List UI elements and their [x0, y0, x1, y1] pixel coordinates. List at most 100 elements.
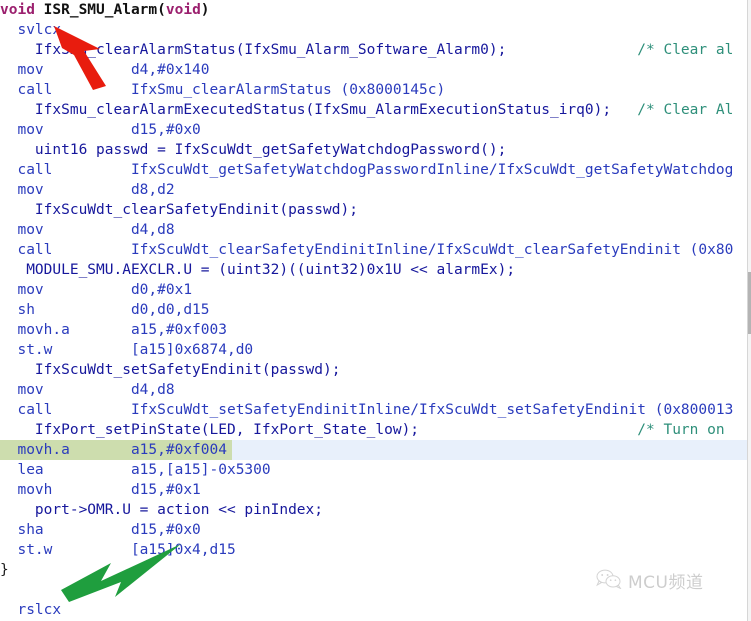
assembly-text: st.w [a15]0x4,d15 — [0, 542, 236, 558]
code-line-text: svlcx — [0, 20, 61, 40]
assembly-text: movh.a a15,#0xf003 — [0, 322, 227, 338]
assembly-text: mov d0,#0x1 — [0, 282, 193, 298]
signature-paren-close: ) — [200, 2, 210, 18]
code-line[interactable]: IfxScuWdt_setSafetyEndinit(passwd); — [0, 360, 747, 380]
code-line[interactable]: IfxPort_setPinState(LED, IfxPort_State_l… — [0, 420, 747, 440]
keyword-void-param: void — [165, 2, 201, 18]
assembly-text: call IfxScuWdt_clearSafetyEndinitInline/… — [0, 242, 734, 258]
source-text: uint16 passwd = IfxScuWdt_getSafetyWatch… — [0, 142, 507, 158]
code-line-text: mov d15,#0x0 — [0, 120, 201, 140]
code-line[interactable]: svlcx — [0, 20, 747, 40]
closing-brace: } — [0, 562, 9, 578]
source-text: IfxScuWdt_setSafetyEndinit(passwd); — [0, 362, 341, 378]
assembly-text: mov d4,d8 — [0, 222, 175, 238]
code-line-text: mov d0,#0x1 — [0, 280, 192, 300]
comment-gap — [611, 102, 637, 118]
code-line[interactable]: sha d15,#0x0 — [0, 520, 747, 540]
code-line-text: movh.a a15,#0xf003 — [0, 320, 227, 340]
code-line[interactable]: rslcx — [0, 600, 747, 620]
assembly-text: mov d8,d2 — [0, 182, 175, 198]
code-line-text: IfxSmu_clearAlarmStatus(IfxSmu_Alarm_Sof… — [0, 40, 733, 60]
assembly-text: call IfxScuWdt_setSafetyEndinitInline/If… — [0, 402, 734, 418]
code-line[interactable]: mov d4,d8 — [0, 380, 747, 400]
code-line-text: movh.a a15,#0xf004 — [0, 440, 227, 460]
code-line-text: MODULE_SMU.AEXCLR.U = (uint32)((uint32)0… — [0, 260, 515, 280]
source-text: IfxSmu_clearAlarmStatus(IfxSmu_Alarm_Sof… — [0, 42, 507, 58]
code-line[interactable]: void ISR_SMU_Alarm(void) — [0, 0, 747, 20]
code-line-text: st.w [a15]0x6874,d0 — [0, 340, 253, 360]
code-line[interactable]: movh d15,#0x1 — [0, 480, 747, 500]
source-text: MODULE_SMU.AEXCLR.U = (uint32)((uint32)0… — [0, 262, 516, 278]
code-line[interactable]: uint16 passwd = IfxScuWdt_getSafetyWatch… — [0, 140, 747, 160]
assembly-text: call IfxSmu_clearAlarmStatus (0x8000145c… — [0, 82, 446, 98]
code-line[interactable]: mov d4,#0x140 — [0, 60, 747, 80]
inline-comment: /* Turn on — [637, 422, 725, 438]
wechat-icon — [596, 569, 622, 593]
comment-gap — [419, 422, 637, 438]
current-instruction-line[interactable]: movh.a a15,#0xf004 — [0, 440, 747, 460]
code-line-text: call IfxSmu_clearAlarmStatus (0x8000145c… — [0, 80, 445, 100]
source-text: IfxPort_setPinState(LED, IfxPort_State_l… — [0, 422, 420, 438]
watermark: MCU频道 — [596, 568, 703, 593]
code-line-text: call IfxScuWdt_clearSafetyEndinitInline/… — [0, 240, 733, 260]
code-line[interactable]: IfxSmu_clearAlarmExecutedStatus(IfxSmu_A… — [0, 100, 747, 120]
code-listing[interactable]: void ISR_SMU_Alarm(void) svlcx IfxSmu_cl… — [0, 0, 747, 621]
code-line[interactable]: lea a15,[a15]-0x5300 — [0, 460, 747, 480]
assembly-text: sh d0,d0,d15 — [0, 302, 210, 318]
comment-gap — [506, 42, 637, 58]
code-line[interactable]: call IfxScuWdt_getSafetyWatchdogPassword… — [0, 160, 747, 180]
code-line-text: st.w [a15]0x4,d15 — [0, 540, 236, 560]
code-line[interactable]: st.w [a15]0x4,d15 — [0, 540, 747, 560]
code-line-text: IfxScuWdt_setSafetyEndinit(passwd); — [0, 360, 341, 380]
code-line[interactable]: IfxSmu_clearAlarmStatus(IfxSmu_Alarm_Sof… — [0, 40, 747, 60]
assembly-text: movh.a a15,#0xf004 — [0, 442, 227, 458]
assembly-text: mov d4,d8 — [0, 382, 175, 398]
assembly-text: rslcx — [0, 602, 62, 618]
assembly-text: call IfxScuWdt_getSafetyWatchdogPassword… — [0, 162, 734, 178]
code-line-text: mov d8,d2 — [0, 180, 175, 200]
code-line-text: mov d4,d8 — [0, 380, 175, 400]
code-line[interactable]: IfxScuWdt_clearSafetyEndinit(passwd); — [0, 200, 747, 220]
code-line[interactable]: mov d8,d2 — [0, 180, 747, 200]
assembly-text: mov d4,#0x140 — [0, 62, 210, 78]
code-line[interactable]: port->OMR.U = action << pinIndex; — [0, 500, 747, 520]
function-name: ISR_SMU_Alarm( — [34, 2, 166, 18]
code-line[interactable]: MODULE_SMU.AEXCLR.U = (uint32)((uint32)0… — [0, 260, 747, 280]
code-line-text: void ISR_SMU_Alarm(void) — [0, 0, 210, 20]
code-line[interactable]: call IfxSmu_clearAlarmStatus (0x8000145c… — [0, 80, 747, 100]
code-line-text: IfxScuWdt_clearSafetyEndinit(passwd); — [0, 200, 358, 220]
code-line-text: mov d4,d8 — [0, 220, 175, 240]
code-line[interactable]: mov d15,#0x0 — [0, 120, 747, 140]
code-line[interactable]: call IfxScuWdt_setSafetyEndinitInline/If… — [0, 400, 747, 420]
code-line[interactable]: call IfxScuWdt_clearSafetyEndinitInline/… — [0, 240, 747, 260]
source-text: IfxScuWdt_clearSafetyEndinit(passwd); — [0, 202, 358, 218]
keyword-void-return: void — [0, 2, 35, 18]
code-line[interactable]: mov d4,d8 — [0, 220, 747, 240]
code-line[interactable]: st.w [a15]0x6874,d0 — [0, 340, 747, 360]
source-text: port->OMR.U = action << pinIndex; — [0, 502, 324, 518]
assembly-text: sha d15,#0x0 — [0, 522, 201, 538]
code-line-text: mov d4,#0x140 — [0, 60, 210, 80]
code-line-text: rslcx — [0, 600, 61, 620]
code-line[interactable]: mov d0,#0x1 — [0, 280, 747, 300]
code-line-text: call IfxScuWdt_setSafetyEndinitInline/If… — [0, 400, 733, 420]
code-line[interactable]: movh.a a15,#0xf003 — [0, 320, 747, 340]
watermark-text: MCU频道 — [628, 573, 704, 593]
code-line-text: sha d15,#0x0 — [0, 520, 201, 540]
code-line-text: port->OMR.U = action << pinIndex; — [0, 500, 323, 520]
inline-comment: /* Clear Al — [637, 102, 734, 118]
code-line-text: } — [0, 560, 9, 580]
inline-comment: /* Clear al — [637, 42, 734, 58]
code-line-text: call IfxScuWdt_getSafetyWatchdogPassword… — [0, 160, 733, 180]
code-line-text: IfxSmu_clearAlarmExecutedStatus(IfxSmu_A… — [0, 100, 733, 120]
code-line-text: movh d15,#0x1 — [0, 480, 201, 500]
code-line-text: lea a15,[a15]-0x5300 — [0, 460, 270, 480]
assembly-text: movh d15,#0x1 — [0, 482, 201, 498]
source-text: IfxSmu_clearAlarmExecutedStatus(IfxSmu_A… — [0, 102, 612, 118]
assembly-text: st.w [a15]0x6874,d0 — [0, 342, 254, 358]
assembly-text: mov d15,#0x0 — [0, 122, 201, 138]
assembly-text: svlcx — [0, 22, 62, 38]
code-line-text: uint16 passwd = IfxScuWdt_getSafetyWatch… — [0, 140, 506, 160]
vertical-scrollbar[interactable] — [747, 0, 751, 621]
code-line[interactable]: sh d0,d0,d15 — [0, 300, 747, 320]
